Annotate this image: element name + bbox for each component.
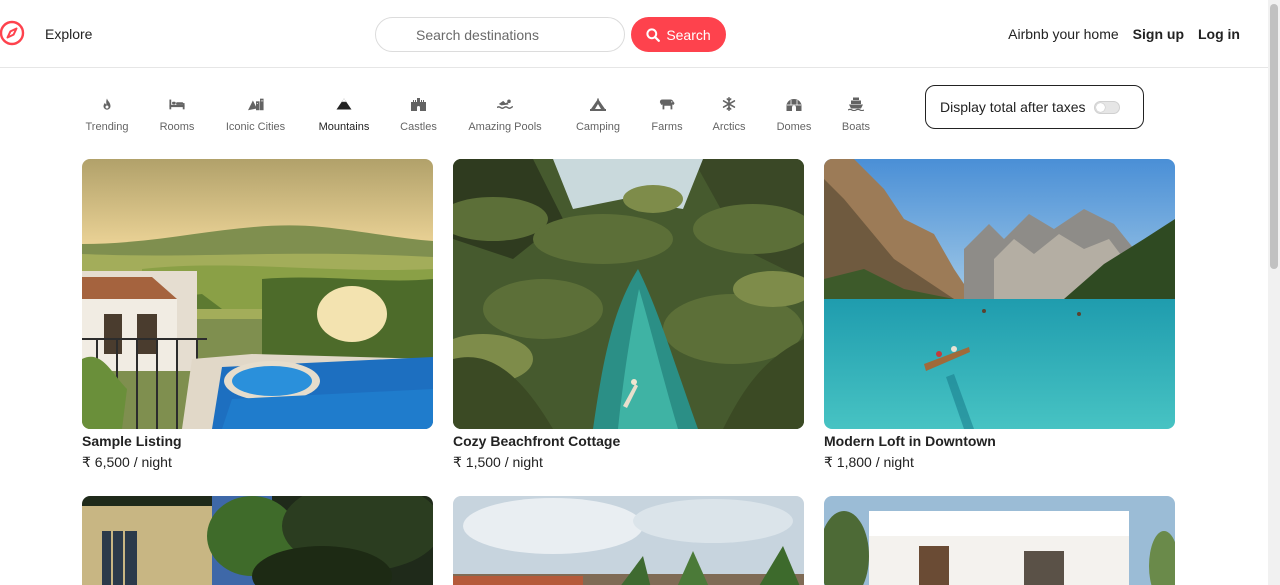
swimmer-icon bbox=[497, 96, 513, 112]
fort-icon bbox=[411, 96, 427, 112]
fire-icon bbox=[99, 96, 115, 112]
bed-icon bbox=[169, 96, 185, 112]
signup-link[interactable]: Sign up bbox=[1133, 26, 1184, 42]
listing-image[interactable] bbox=[824, 159, 1175, 429]
nav-explore-link[interactable]: Explore bbox=[45, 26, 92, 42]
filter-camping[interactable]: Camping bbox=[572, 92, 624, 133]
filter-label: Rooms bbox=[159, 121, 195, 133]
listing-card[interactable] bbox=[82, 496, 433, 585]
listing-image[interactable] bbox=[824, 496, 1175, 585]
listing-title: Modern Loft in Downtown bbox=[824, 433, 996, 449]
search-button[interactable]: Search bbox=[631, 17, 726, 52]
tax-toggle[interactable]: Display total after taxes bbox=[925, 85, 1144, 129]
scrollbar-thumb[interactable] bbox=[1270, 4, 1278, 269]
listing-card[interactable] bbox=[453, 496, 804, 585]
filter-label: Boats bbox=[841, 121, 871, 133]
filter-trending[interactable]: Trending bbox=[82, 92, 132, 133]
listing-image[interactable] bbox=[82, 159, 433, 429]
listing-image[interactable] bbox=[82, 496, 433, 585]
filter-rooms[interactable]: Rooms bbox=[156, 92, 198, 133]
login-link[interactable]: Log in bbox=[1198, 26, 1240, 42]
cow-icon bbox=[659, 96, 675, 112]
igloo-icon bbox=[786, 96, 802, 112]
tax-toggle-switch[interactable] bbox=[1093, 100, 1120, 114]
listing-title: Sample Listing bbox=[82, 433, 182, 449]
filter-label: Farms bbox=[651, 121, 683, 133]
mountain-city-icon bbox=[247, 96, 264, 112]
listing-price: ₹ 6,500 / night bbox=[82, 454, 172, 470]
listing-price: ₹ 1,800 / night bbox=[824, 454, 914, 470]
filter-boats[interactable]: Boats bbox=[838, 92, 874, 133]
ship-icon bbox=[848, 96, 864, 112]
search-icon bbox=[646, 27, 661, 42]
filter-label: Mountains bbox=[318, 121, 370, 133]
filter-iconic-cities[interactable]: Iconic Cities bbox=[222, 92, 289, 133]
listing-price: ₹ 1,500 / night bbox=[453, 454, 543, 470]
host-link[interactable]: Airbnb your home bbox=[1008, 26, 1119, 42]
filter-label: Camping bbox=[575, 121, 621, 133]
campground-icon bbox=[590, 96, 606, 112]
search-input[interactable] bbox=[375, 17, 625, 52]
listing-card[interactable]: Cozy Beachfront Cottage ₹ 1,500 / night bbox=[453, 159, 804, 471]
snowflake-icon bbox=[721, 96, 737, 112]
filter-label: Domes bbox=[776, 121, 812, 133]
tax-toggle-label: Display total after taxes bbox=[940, 99, 1086, 115]
filter-label: Iconic Cities bbox=[225, 121, 286, 133]
mountain-icon bbox=[336, 96, 352, 112]
listing-card[interactable]: Sample Listing ₹ 6,500 / night bbox=[82, 159, 433, 471]
filter-label: Trending bbox=[85, 121, 129, 133]
listing-card[interactable]: Modern Loft in Downtown ₹ 1,800 / night bbox=[824, 159, 1175, 471]
listing-image[interactable] bbox=[453, 159, 804, 429]
compass-icon[interactable] bbox=[0, 20, 26, 46]
filter-label: Arctics bbox=[712, 121, 746, 133]
filter-domes[interactable]: Domes bbox=[773, 92, 815, 133]
listing-card[interactable] bbox=[824, 496, 1175, 585]
navbar: Explore Search Airbnb your home Sign up … bbox=[0, 0, 1268, 68]
filter-label: Amazing Pools bbox=[468, 121, 542, 133]
nav-links: Airbnb your home Sign up Log in bbox=[1008, 26, 1240, 42]
filter-castles[interactable]: Castles bbox=[398, 92, 439, 133]
filter-label: Castles bbox=[400, 121, 437, 133]
listing-image[interactable] bbox=[453, 496, 804, 585]
listing-title: Cozy Beachfront Cottage bbox=[453, 433, 621, 449]
filter-arctics[interactable]: Arctics bbox=[710, 92, 748, 133]
filter-amazing-pools[interactable]: Amazing Pools bbox=[463, 92, 547, 133]
page-scrollbar[interactable] bbox=[1268, 0, 1280, 585]
toggle-knob bbox=[1095, 102, 1105, 112]
search-button-label: Search bbox=[666, 26, 711, 43]
filter-mountains[interactable]: Mountains bbox=[314, 92, 374, 133]
filter-farms[interactable]: Farms bbox=[648, 92, 686, 133]
